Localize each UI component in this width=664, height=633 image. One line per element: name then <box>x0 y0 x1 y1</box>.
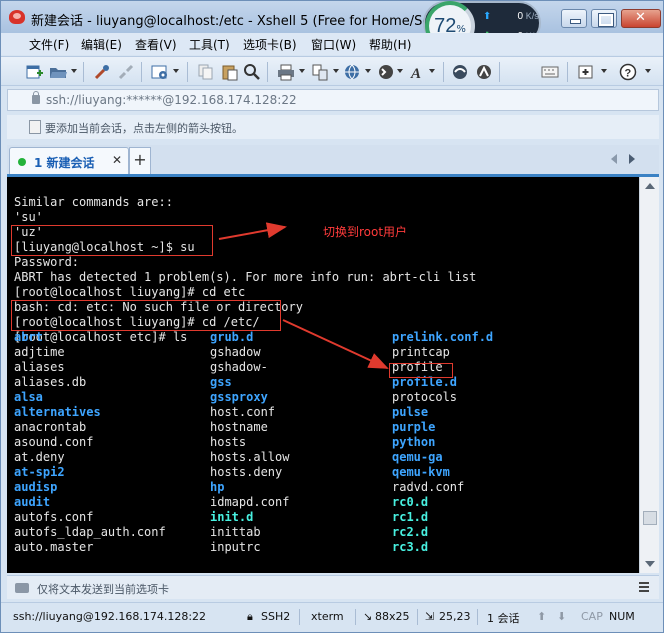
bookmark-arrow-icon[interactable] <box>29 120 41 134</box>
keyboard-icon[interactable] <box>541 63 559 81</box>
svg-text:A: A <box>410 66 421 81</box>
toolbar: A ? <box>1 56 663 86</box>
tab-scroll-right-icon[interactable] <box>629 154 635 164</box>
menu-help[interactable]: 帮助(H) <box>369 36 411 53</box>
resize-icon: ↘ <box>363 610 373 623</box>
session-hint-text: 要添加当前会话，点击左侧的箭头按钮。 <box>45 122 243 135</box>
terminal-scrollbar[interactable] <box>639 177 659 573</box>
color-scheme-dropdown[interactable] <box>397 69 403 73</box>
xftp-icon[interactable] <box>451 63 469 81</box>
menu-edit[interactable]: 编辑(E) <box>81 36 122 53</box>
print-dropdown[interactable] <box>299 69 305 73</box>
arrow-to-label <box>218 222 287 240</box>
copy-icon[interactable] <box>197 63 215 81</box>
lock-icon <box>32 91 40 104</box>
scroll-up-icon[interactable] <box>645 183 655 189</box>
font-dropdown[interactable] <box>429 69 435 73</box>
xshell-window: 新建会话 - liuyang@localhost:/etc - Xshell 5… <box>0 0 664 633</box>
status-cursor: 25,23 <box>439 610 471 623</box>
tab-close-icon[interactable]: ✕ <box>112 153 122 167</box>
session-down-icon[interactable]: ⬇ <box>557 610 566 623</box>
menu-file[interactable]: 文件(F) <box>29 36 69 53</box>
toolbar-separator <box>141 62 142 82</box>
color-scheme-icon[interactable] <box>377 63 395 81</box>
paste-icon[interactable] <box>221 63 239 81</box>
upload-arrow-icon: ⬆ <box>483 11 492 22</box>
compose-input[interactable]: 仅将文本发送到当前选项卡 <box>37 581 169 597</box>
compose-menu-icon[interactable] <box>639 582 649 584</box>
new-session-icon[interactable] <box>25 63 43 81</box>
close-button[interactable] <box>621 9 661 28</box>
status-separator <box>477 609 478 625</box>
properties-dropdown[interactable] <box>173 69 179 73</box>
add-tab-icon[interactable] <box>577 63 595 81</box>
window-title: 新建会话 - liuyang@localhost:/etc - Xshell 5… <box>31 14 463 29</box>
address-text[interactable]: ssh://liuyang:******@192.168.174.128:22 <box>46 93 297 107</box>
open-folder-dropdown[interactable] <box>71 69 77 73</box>
disconnect-icon[interactable] <box>117 63 135 81</box>
tab-scroll-left-icon[interactable] <box>611 154 617 164</box>
help-dropdown[interactable] <box>645 69 651 73</box>
status-terminal-type: xterm <box>311 610 344 623</box>
transfer-dropdown[interactable] <box>333 69 339 73</box>
toolbar-separator <box>443 62 444 82</box>
globe-icon[interactable] <box>343 63 361 81</box>
toolbar-separator <box>567 62 568 82</box>
connection-status-dot-icon <box>18 158 26 166</box>
compose-icon[interactable] <box>15 583 29 593</box>
toolbar-separator <box>187 62 188 82</box>
cursor-icon: ⇲ <box>425 610 435 623</box>
tab-bar: 1 新建会话 ✕ + <box>7 145 659 175</box>
toolbar-separator <box>267 62 268 82</box>
terminal-view[interactable]: Similar commands are::'su''uz' [liuyang@l… <box>7 177 639 573</box>
reconnect-icon[interactable] <box>93 63 111 81</box>
scroll-down-icon[interactable] <box>645 561 655 567</box>
menu-view[interactable]: 查看(V) <box>135 36 177 53</box>
status-protocol: SSH2 <box>261 610 291 623</box>
menu-bar: 文件(F) 编辑(E) 查看(V) 工具(T) 选项卡(B) 窗口(W) 帮助(… <box>1 33 663 55</box>
print-icon[interactable] <box>277 63 295 81</box>
font-icon[interactable]: A <box>409 63 427 81</box>
status-caps: CAP <box>581 610 603 623</box>
xshell-app-icon[interactable] <box>9 10 25 24</box>
minimize-button[interactable] <box>561 9 587 28</box>
upload-rate: ⬆ 0 K/s <box>483 11 539 22</box>
session-hint-bar: 要添加当前会话，点击左侧的箭头按钮。 <box>7 115 659 139</box>
status-separator <box>355 609 356 625</box>
globe-dropdown[interactable] <box>365 69 371 73</box>
svg-text:?: ? <box>625 68 632 80</box>
tab-new-session[interactable]: 1 新建会话 ✕ <box>9 147 129 175</box>
xmanager-icon[interactable] <box>475 63 493 81</box>
menu-tabs[interactable]: 选项卡(B) <box>243 36 297 53</box>
add-tab-dropdown[interactable] <box>601 69 607 73</box>
toolbar-separator <box>499 62 500 82</box>
status-separator <box>299 609 300 625</box>
status-separator <box>417 609 418 625</box>
add-tab-button[interactable]: + <box>129 147 151 175</box>
annotation-label: 切换到root用户 <box>323 225 408 239</box>
help-icon[interactable]: ? <box>619 63 637 81</box>
status-size: 88x25 <box>375 610 410 623</box>
status-num: NUM <box>609 610 635 623</box>
open-folder-icon[interactable] <box>49 63 67 81</box>
session-up-icon[interactable]: ⬆ <box>537 610 546 623</box>
scrollbar-thumb[interactable] <box>643 511 657 525</box>
tab-label: 1 新建会话 <box>34 156 95 170</box>
transfer-icon[interactable] <box>311 63 329 81</box>
arrow-to-profile <box>282 319 389 369</box>
status-sessions: 1 会话 <box>487 612 520 625</box>
status-bar: ssh://liuyang@192.168.174.128:22 🔒︎ SSH2… <box>1 602 663 632</box>
status-connection: ssh://liuyang@192.168.174.128:22 <box>13 610 207 623</box>
find-icon[interactable] <box>243 63 261 81</box>
lock-status-icon: 🔒︎ <box>247 610 253 623</box>
menu-window[interactable]: 窗口(W) <box>311 36 356 53</box>
compose-bar[interactable]: 仅将文本发送到当前选项卡 <box>7 575 659 599</box>
maximize-button[interactable] <box>591 9 617 28</box>
address-bar[interactable]: ssh://liuyang:******@192.168.174.128:22 <box>7 89 659 111</box>
properties-icon[interactable] <box>151 63 169 81</box>
toolbar-separator <box>83 62 84 82</box>
upload-value: 0 <box>517 11 523 22</box>
upload-unit: K/s <box>525 11 539 21</box>
menu-tools[interactable]: 工具(T) <box>189 36 230 53</box>
